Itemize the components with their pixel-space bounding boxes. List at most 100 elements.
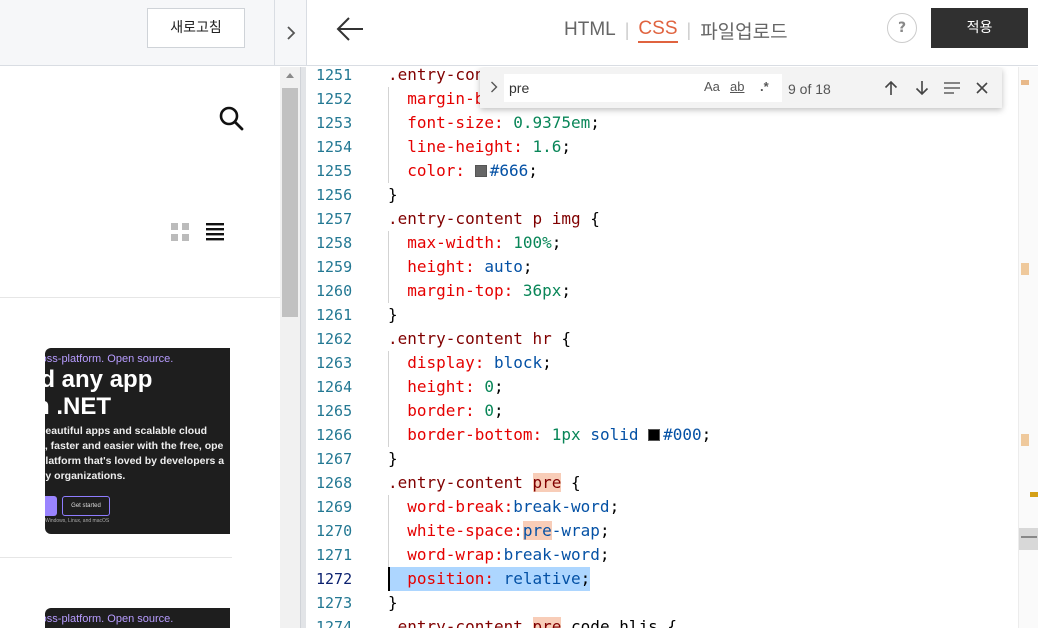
ruler-match-mark: [1021, 263, 1029, 275]
scrollbar-thumb[interactable]: [282, 88, 298, 317]
match-case-toggle[interactable]: Aa: [704, 79, 720, 94]
code-token: ;: [561, 281, 572, 300]
code-token: position:: [388, 569, 494, 588]
tab-css[interactable]: CSS: [638, 18, 678, 43]
code-line[interactable]: 1257 .entry-content p img {: [307, 207, 1018, 231]
code-token: margin-b: [388, 89, 485, 108]
code-token: 1.6: [532, 137, 562, 156]
code-line[interactable]: 1260 margin-top: 36px;: [307, 279, 1018, 303]
tab-file-upload[interactable]: 파일업로드: [700, 17, 787, 44]
code-line[interactable]: 1269 word-break:break-word;: [307, 495, 1018, 519]
post-thumbnail[interactable]: ross-platform. Open source.: [45, 608, 230, 628]
code-token: ;: [599, 545, 610, 564]
line-number: 1261: [316, 306, 353, 324]
code-line[interactable]: 1272 position: relative;: [307, 567, 1018, 591]
code-line[interactable]: 1266 border-bottom: 1px solid #000;: [307, 423, 1018, 447]
line-number: 1270: [316, 522, 353, 540]
code-line[interactable]: 1270 white-space:pre-wrap;: [307, 519, 1018, 543]
code-line[interactable]: 1258 max-width: 100%;: [307, 231, 1018, 255]
code-token: 1px: [551, 425, 581, 444]
code-token: -wrap: [551, 521, 600, 540]
code-line[interactable]: 1253 font-size: 0.9375em;: [307, 111, 1018, 135]
line-number: 1272: [316, 570, 353, 588]
color-swatch[interactable]: [648, 429, 661, 441]
code-token: ;: [609, 497, 620, 516]
code-line[interactable]: 1271 word-wrap:break-word;: [307, 543, 1018, 567]
line-number: 1256: [316, 186, 353, 204]
code-token: color:: [388, 161, 466, 180]
color-swatch[interactable]: [474, 165, 487, 177]
code-line[interactable]: 1267}: [307, 447, 1018, 471]
code-token: word-wrap:: [388, 545, 504, 564]
next-match-button[interactable]: [910, 76, 934, 100]
collapse-preview-button[interactable]: [274, 0, 306, 66]
close-find-button[interactable]: [970, 76, 994, 100]
line-number: 1271: [316, 546, 353, 564]
line-number: 1264: [316, 378, 353, 396]
code-token: block: [493, 353, 543, 372]
line-number: 1260: [316, 282, 353, 300]
search-match-highlight: pre: [532, 617, 562, 628]
code-text: }: [388, 447, 398, 471]
code-token: .entry-content hr: [388, 329, 552, 348]
apply-button[interactable]: 적용: [931, 8, 1028, 48]
preview-toolbar: 새로고침: [0, 0, 306, 66]
grid-view-icon[interactable]: [171, 223, 189, 241]
back-arrow-icon[interactable]: [335, 14, 365, 44]
previous-match-button[interactable]: [879, 76, 903, 100]
code-token: ;: [493, 377, 504, 396]
regex-toggle[interactable]: .*: [760, 79, 769, 94]
code-line[interactable]: 1273}: [307, 591, 1018, 615]
code-line[interactable]: 1262 .entry-content hr {: [307, 327, 1018, 351]
tab-separator: |: [624, 19, 630, 40]
refresh-button[interactable]: 새로고침: [147, 8, 245, 48]
thumbnail-get-started-button: Get started: [62, 496, 110, 516]
code-text: line-height: 1.6;: [388, 135, 571, 159]
find-in-selection-button[interactable]: [940, 76, 964, 100]
thumbnail-tag: ross-platform. Open source.: [45, 613, 174, 625]
code-token: line-height:: [388, 137, 523, 156]
code-token: .entry-content p img: [388, 209, 581, 228]
code-token: ;: [701, 425, 712, 444]
code-editor[interactable]: 1251 .entry-con 1252 margin-b 1253 font-siz…: [307, 67, 1038, 628]
whole-word-toggle[interactable]: ab: [730, 79, 744, 94]
ruler-viewport-slider[interactable]: [1019, 528, 1038, 550]
list-view-icon[interactable]: [205, 222, 225, 242]
code-text: position: relative;: [388, 567, 590, 591]
code-line[interactable]: 1255 color: #666;: [307, 159, 1018, 183]
overview-ruler[interactable]: [1018, 67, 1038, 628]
line-number: 1258: [316, 234, 353, 252]
code-line[interactable]: 1261}: [307, 303, 1018, 327]
code-line[interactable]: 1256}: [307, 183, 1018, 207]
code-line[interactable]: 1265 border: 0;: [307, 399, 1018, 423]
help-button[interactable]: ?: [887, 13, 917, 43]
tab-html[interactable]: HTML: [564, 19, 616, 41]
toggle-replace-button[interactable]: [486, 78, 502, 98]
post-thumbnail[interactable]: ross-platform. Open source. ild any app …: [45, 348, 230, 534]
thumbnail-primary-button: [45, 496, 57, 516]
ruler-match-mark: [1021, 80, 1029, 85]
pane-splitter[interactable]: [300, 67, 306, 628]
code-line[interactable]: 1264 height: 0;: [307, 375, 1018, 399]
preview-scrollbar[interactable]: [280, 67, 300, 628]
search-icon[interactable]: [218, 105, 244, 131]
code-token: }: [388, 305, 398, 324]
line-number: 1263: [316, 354, 353, 372]
scroll-up-arrow-icon[interactable]: [286, 73, 294, 78]
code-line[interactable]: 1259 height: auto;: [307, 255, 1018, 279]
code-text: }: [388, 303, 398, 327]
code-line[interactable]: 1274 .entry-content pre code.hljs {: [307, 615, 1018, 628]
code-token: word-break:: [388, 497, 514, 516]
code-token: 0: [484, 377, 494, 396]
code-token: ;: [522, 257, 533, 276]
code-token: #666: [489, 161, 529, 180]
code-text: }: [388, 183, 398, 207]
ruler-warning-mark: [1030, 492, 1038, 497]
code-text: display: block;: [388, 351, 552, 375]
code-line[interactable]: 1263 display: block;: [307, 351, 1018, 375]
code-line[interactable]: 1254 line-height: 1.6;: [307, 135, 1018, 159]
code-line[interactable]: 1268 .entry-content pre {: [307, 471, 1018, 495]
